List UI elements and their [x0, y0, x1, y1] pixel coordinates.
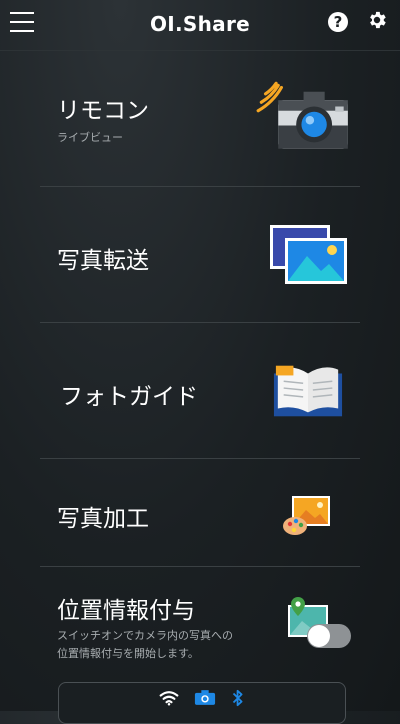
- camera-icon: [194, 690, 216, 705]
- menu-item-sublabel: 位置情報付与を開始します。: [57, 647, 199, 660]
- photo-edit-icon: [283, 496, 330, 535]
- menu-item-label: 写真加工: [57, 506, 149, 532]
- menu-item-photo-transfer[interactable]: 写真転送: [40, 187, 360, 322]
- camera-icon: [256, 81, 348, 149]
- menu-item-label: 写真転送: [57, 248, 149, 274]
- help-icon[interactable]: ?: [328, 12, 348, 32]
- menu-item-geotag: 位置情報付与 スイッチオンでカメラ内の写真への 位置情報付与を開始します。: [40, 567, 360, 677]
- geotag-toggle[interactable]: [307, 624, 351, 648]
- menu-item-sublabel: スイッチオンでカメラ内の写真への: [57, 629, 233, 642]
- connection-status-bar: [58, 682, 346, 724]
- menu-item-label: リモコン: [57, 98, 149, 124]
- status-icons: [59, 687, 345, 707]
- toggle-knob: [308, 625, 330, 647]
- menu-item-label: 位置情報付与: [57, 598, 195, 624]
- menu-item-label: フォトガイド: [60, 384, 198, 410]
- menu-item-photo-guide[interactable]: フォトガイド: [40, 323, 360, 458]
- menu-item-sublabel: ライブビュー: [57, 131, 123, 144]
- photo-transfer-icon: [270, 225, 347, 284]
- bluetooth-icon: [232, 689, 243, 706]
- wifi-icon: [159, 690, 179, 705]
- top-bar: OI.Share ?: [0, 0, 400, 51]
- book-icon: [273, 365, 343, 417]
- settings-gear-icon[interactable]: [366, 9, 388, 31]
- menu-item-remote[interactable]: リモコン ライブビュー: [40, 51, 360, 186]
- menu-item-photo-edit[interactable]: 写真加工: [40, 459, 360, 566]
